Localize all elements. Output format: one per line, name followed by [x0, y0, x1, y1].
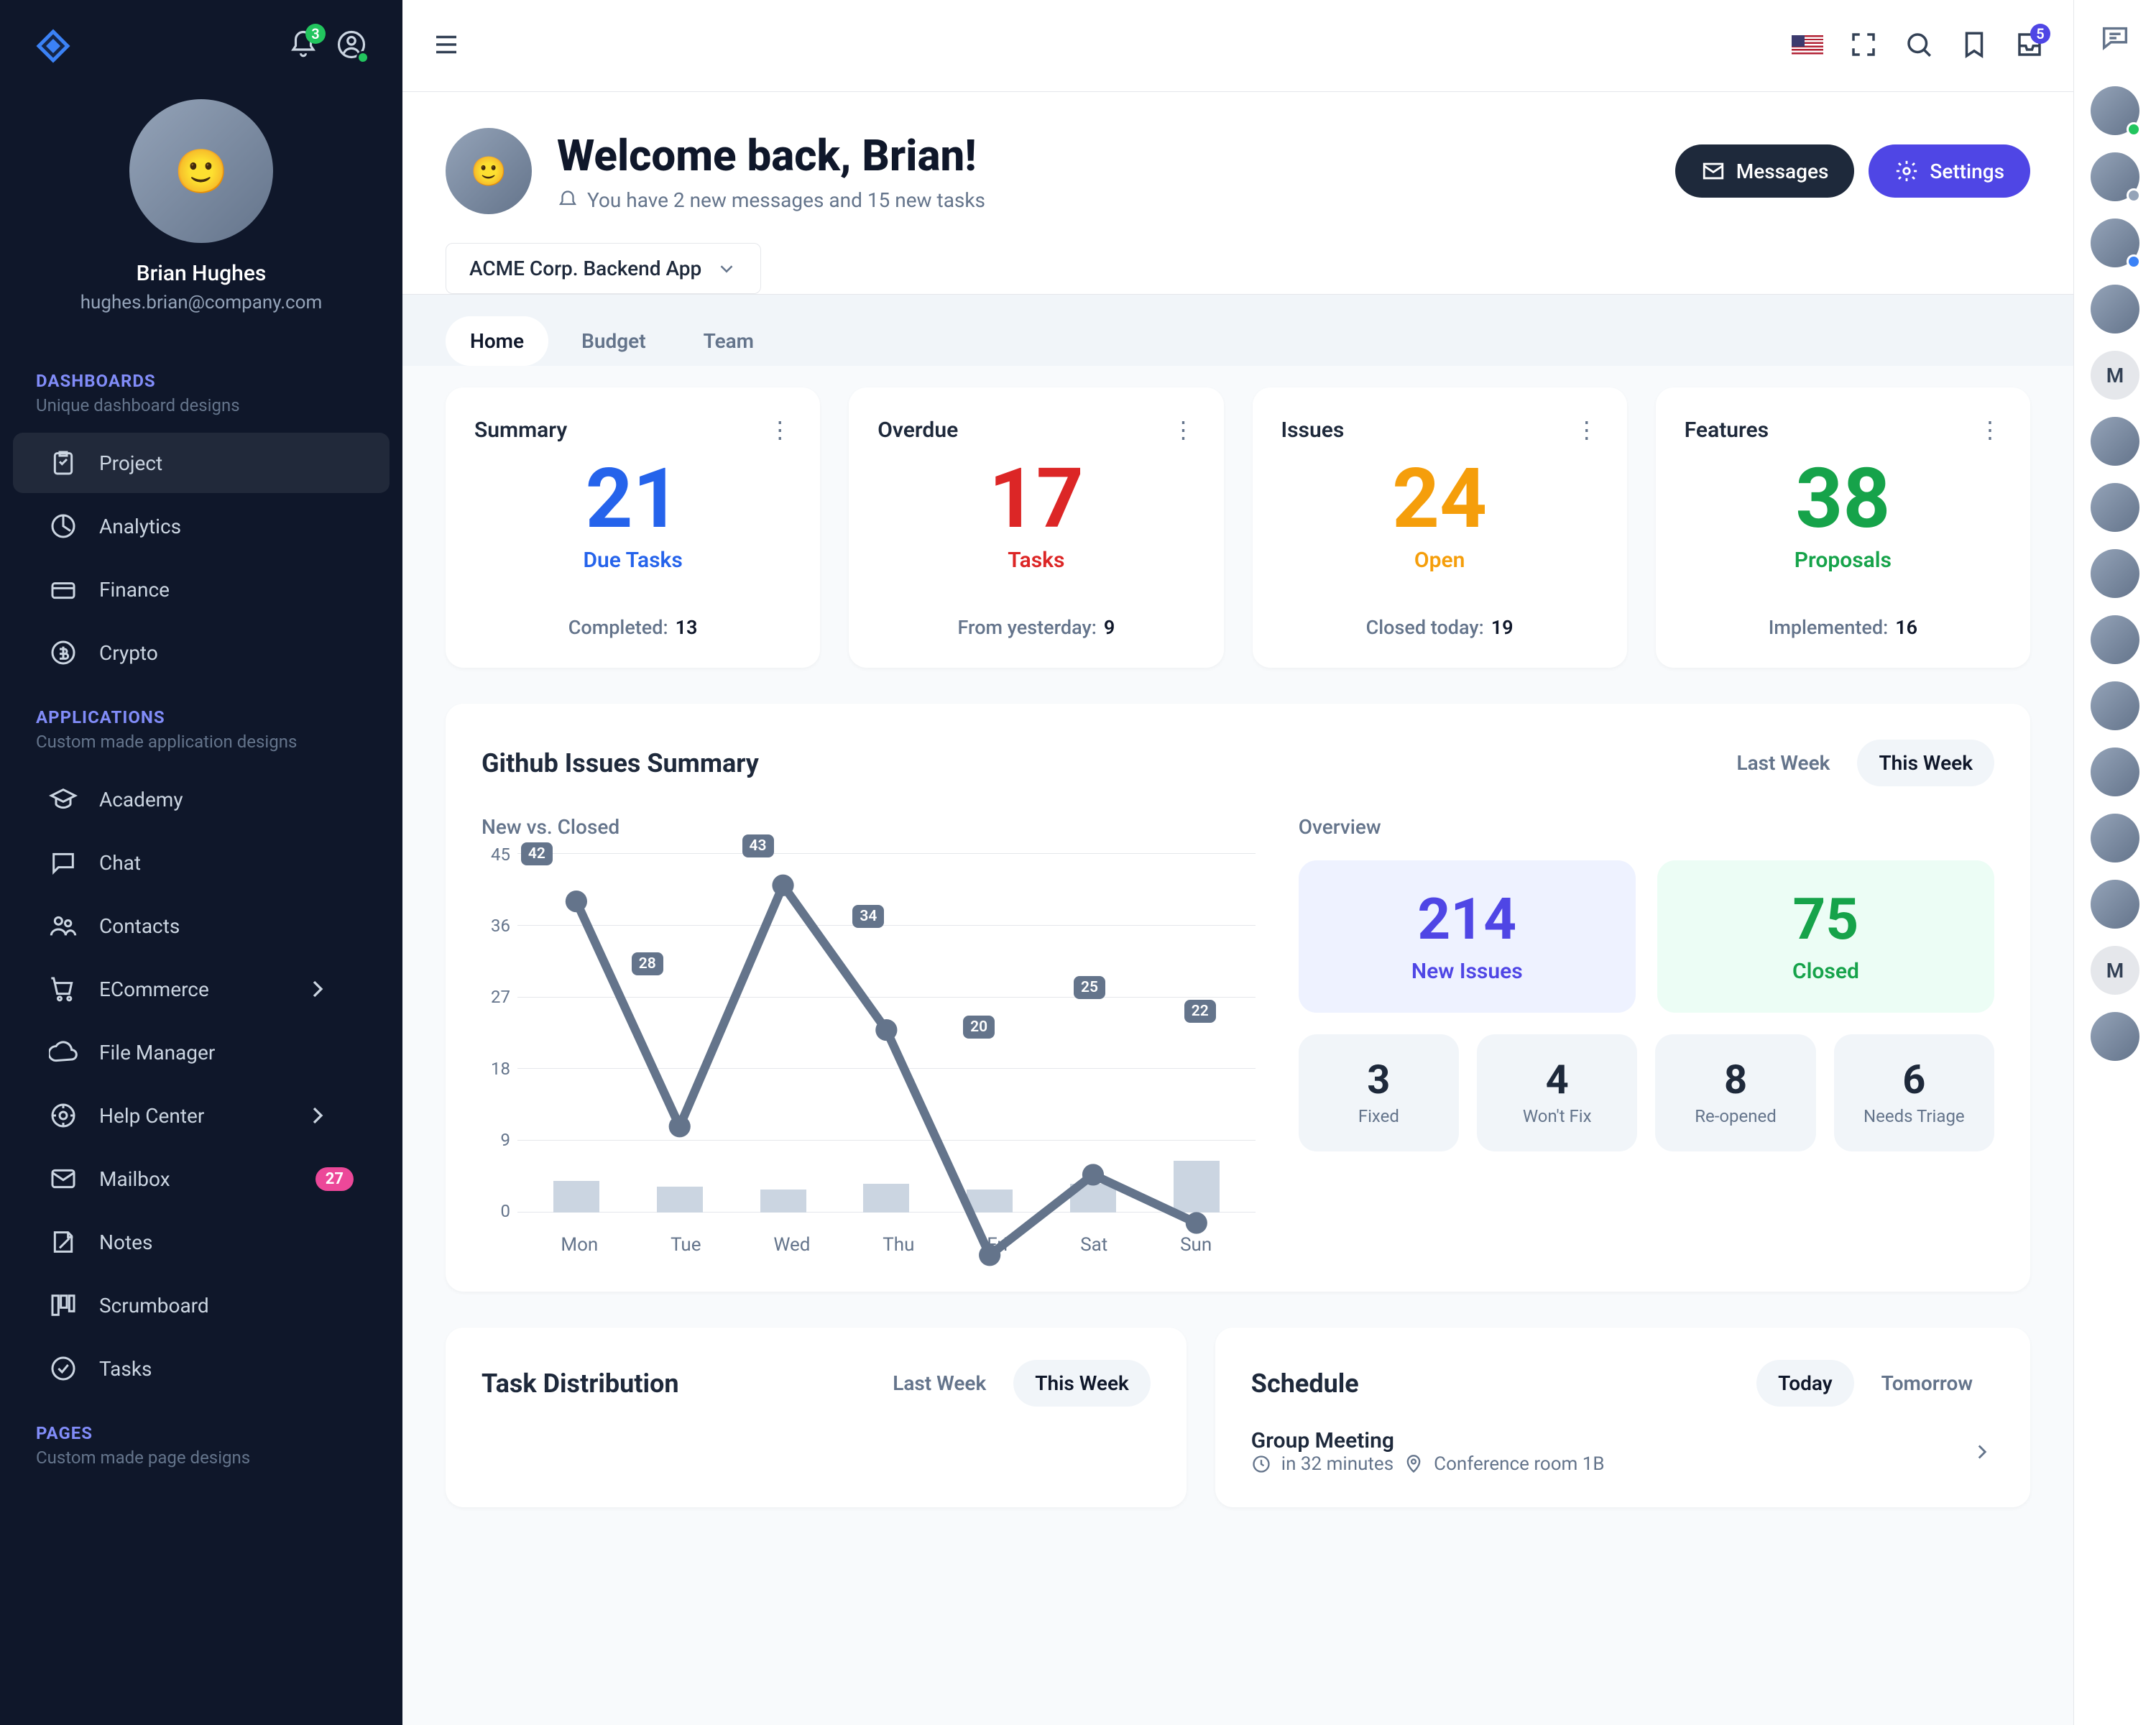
contact-avatar[interactable] [2091, 152, 2139, 201]
nav-analytics[interactable]: Analytics [13, 496, 390, 556]
tab-budget[interactable]: Budget [557, 316, 671, 366]
nav-mailbox[interactable]: Mailbox27 [13, 1149, 390, 1209]
messages-button[interactable]: Messages [1675, 144, 1855, 198]
contact-avatar[interactable] [2091, 1012, 2139, 1061]
notifications-badge: 3 [305, 24, 326, 44]
inbox-badge: 5 [2030, 24, 2050, 44]
github-issues-card: Github Issues Summary Last Week This Wee… [446, 704, 2030, 1292]
sched-today[interactable]: Today [1756, 1360, 1853, 1407]
chevron-right-icon [1970, 1440, 1994, 1464]
menu-toggle-icon[interactable] [431, 29, 461, 63]
contact-avatar[interactable] [2091, 748, 2139, 796]
overview-stat: 4Won't Fix [1477, 1034, 1637, 1151]
contact-avatar[interactable] [2091, 218, 2139, 267]
content-tabs: Home Budget Team [446, 316, 2030, 366]
nav-notes[interactable]: Notes [13, 1212, 390, 1272]
section-applications: APPLICATIONS [0, 686, 402, 732]
profile-name: Brian Hughes [0, 261, 402, 286]
github-title: Github Issues Summary [482, 748, 759, 778]
nav-tasks[interactable]: Tasks [13, 1338, 390, 1399]
settings-button[interactable]: Settings [1869, 144, 2030, 198]
overview-stat: 8Re-opened [1655, 1034, 1815, 1151]
nav-chat[interactable]: Chat [13, 832, 390, 893]
chevron-down-icon [716, 258, 737, 280]
app-logo[interactable] [36, 29, 70, 63]
contact-avatar[interactable] [2091, 285, 2139, 334]
profile-avatar[interactable]: 🙂 [129, 99, 273, 243]
nav-ecommerce[interactable]: ECommerce [13, 959, 390, 1019]
contact-avatar[interactable] [2091, 615, 2139, 664]
contact-avatar[interactable] [2091, 681, 2139, 730]
stat-card-1: Overdue⋮17TasksFrom yesterday:9 [849, 387, 1223, 668]
schedule-card: Schedule Today Tomorrow Group Meeting in… [1215, 1328, 2030, 1507]
gear-icon [1894, 159, 1919, 183]
section-dashboards: DASHBOARDS [0, 349, 402, 395]
overview-stat: 6Needs Triage [1834, 1034, 1994, 1151]
chevron-right-icon [303, 975, 332, 1003]
profile-email: hughes.brian@company.com [0, 292, 402, 313]
nav-contacts[interactable]: Contacts [13, 896, 390, 956]
section-pages: PAGES [0, 1402, 402, 1448]
profile-block: 🙂 Brian Hughes hughes.brian@company.com [0, 85, 402, 349]
clock-icon [1251, 1454, 1271, 1474]
topbar: 5 [402, 0, 2073, 92]
tab-home[interactable]: Home [446, 316, 548, 366]
stat-card-3: Features⋮38ProposalsImplemented:16 [1656, 387, 2030, 668]
inbox-icon[interactable]: 5 [2014, 29, 2045, 63]
fullscreen-icon[interactable] [1848, 29, 1879, 63]
project-selector[interactable]: ACME Corp. Backend App [446, 243, 761, 294]
contact-avatar[interactable]: M [2091, 946, 2139, 995]
toggle-last-week[interactable]: Last Week [1715, 740, 1851, 786]
stat-card-2: Issues⋮24OpenClosed today:19 [1253, 387, 1627, 668]
main: 5 🙂 Welcome back, Brian! You have 2 new … [402, 0, 2073, 1725]
chat-icon[interactable] [2099, 22, 2132, 58]
card-menu-icon[interactable]: ⋮ [1172, 416, 1195, 443]
language-flag-icon[interactable] [1792, 35, 1823, 57]
overview-closed: 75Closed [1657, 860, 1994, 1013]
tab-team[interactable]: Team [679, 316, 778, 366]
user-menu-icon[interactable] [336, 29, 367, 63]
overview-stat: 3Fixed [1299, 1034, 1459, 1151]
contact-avatar[interactable]: M [2091, 351, 2139, 400]
notifications-bell-icon[interactable]: 3 [288, 29, 318, 63]
overview-new-issues: 214New Issues [1299, 860, 1636, 1013]
sidebar: 3 🙂 Brian Hughes hughes.brian@company.co… [0, 0, 402, 1725]
nav-project[interactable]: Project [13, 433, 390, 493]
nav-help-center[interactable]: Help Center [13, 1085, 390, 1146]
contact-avatar[interactable] [2091, 86, 2139, 135]
bell-icon [557, 190, 579, 211]
contact-avatar[interactable] [2091, 880, 2139, 929]
nav-crypto[interactable]: Crypto [13, 622, 390, 683]
page-title: Welcome back, Brian! [557, 130, 985, 181]
contact-avatar[interactable] [2091, 483, 2139, 532]
stat-card-0: Summary⋮21Due TasksCompleted:13 [446, 387, 820, 668]
contacts-rail: MM [2073, 0, 2156, 1725]
mailbox-badge: 27 [315, 1167, 354, 1191]
card-menu-icon[interactable]: ⋮ [1978, 416, 2001, 443]
issues-chart: 4536271890 MonTueWedThuFriSatSun 4228433… [482, 853, 1256, 1256]
toggle-this-week[interactable]: This Week [1857, 740, 1994, 786]
mail-icon [1701, 159, 1726, 183]
search-icon[interactable] [1904, 29, 1934, 63]
contact-avatar[interactable] [2091, 814, 2139, 862]
sched-tomorrow[interactable]: Tomorrow [1860, 1360, 1994, 1407]
chevron-right-icon [303, 1101, 332, 1130]
welcome-subtitle: You have 2 new messages and 15 new tasks [587, 188, 985, 212]
schedule-item[interactable]: Group Meeting in 32 minutes Conference r… [1251, 1428, 1994, 1475]
contact-avatar[interactable] [2091, 549, 2139, 598]
nav-file-manager[interactable]: File Manager [13, 1022, 390, 1082]
nav-finance[interactable]: Finance [13, 559, 390, 620]
card-menu-icon[interactable]: ⋮ [768, 416, 791, 443]
card-menu-icon[interactable]: ⋮ [1575, 416, 1598, 443]
location-icon [1404, 1454, 1424, 1474]
hero-avatar: 🙂 [446, 128, 532, 214]
contact-avatar[interactable] [2091, 417, 2139, 466]
nav-scrumboard[interactable]: Scrumboard [13, 1275, 390, 1335]
bookmark-icon[interactable] [1959, 29, 1989, 63]
nav-academy[interactable]: Academy [13, 769, 390, 829]
github-range-toggle: Last Week This Week [1715, 740, 1994, 786]
